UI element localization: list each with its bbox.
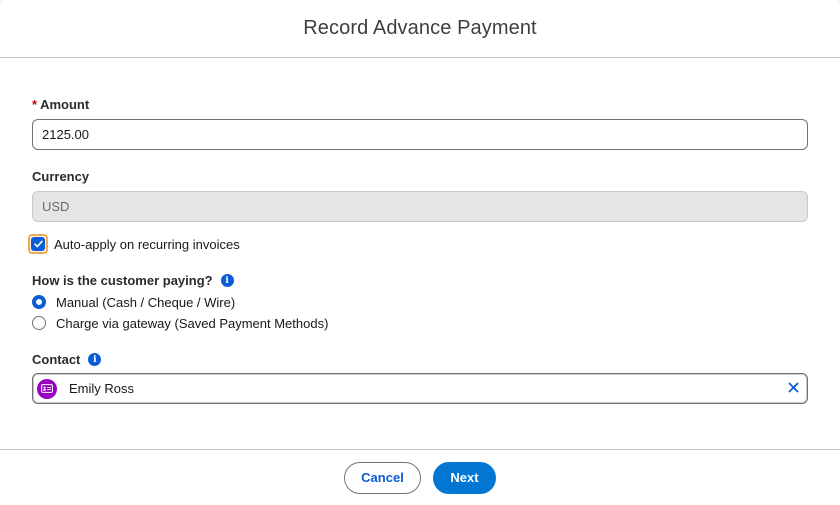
amount-label: * Amount (32, 97, 89, 112)
modal-header: Record Advance Payment (0, 0, 840, 58)
auto-apply-checkbox[interactable] (31, 237, 45, 251)
radio-gateway-label: Charge via gateway (Saved Payment Method… (56, 315, 329, 331)
radio-manual-button[interactable] (32, 295, 46, 309)
checkmark-icon (33, 240, 43, 248)
amount-input-value: 2125.00 (42, 127, 89, 142)
payment-method-label-text: How is the customer paying? (32, 273, 213, 288)
contact-label-text: Contact (32, 352, 81, 367)
required-marker: * (32, 97, 38, 112)
amount-label-text: Amount (40, 97, 90, 112)
currency-label: Currency (32, 169, 89, 184)
contact-lookup-value: Emily Ross (69, 381, 135, 396)
contact-card-icon (37, 378, 57, 399)
contact-lookup[interactable]: Emily Ross (32, 373, 808, 404)
currency-input-value: USD (42, 199, 70, 214)
clear-selection-icon[interactable] (788, 380, 799, 397)
payment-method-label: How is the customer paying? i (32, 273, 234, 288)
auto-apply-checkbox-row[interactable]: Auto-apply on recurring invoices (28, 234, 240, 254)
auto-apply-label: Auto-apply on recurring invoices (54, 236, 240, 252)
radio-manual[interactable]: Manual (Cash / Cheque / Wire) (32, 292, 235, 312)
radio-gateway-button[interactable] (32, 316, 46, 330)
auto-apply-checkbox-focus[interactable] (28, 234, 48, 254)
amount-input[interactable]: 2125.00 (32, 119, 808, 150)
cancel-button[interactable]: Cancel (344, 461, 421, 494)
info-icon[interactable]: i (220, 274, 234, 287)
currency-label-text: Currency (32, 169, 90, 184)
modal-footer: Cancel Next (0, 449, 840, 505)
contact-label: Contact i (32, 352, 102, 367)
radio-gateway[interactable]: Charge via gateway (Saved Payment Method… (32, 313, 328, 333)
next-button[interactable]: Next (433, 461, 496, 494)
modal-title: Record Advance Payment (303, 17, 537, 39)
currency-input: USD (32, 191, 808, 222)
radio-manual-label: Manual (Cash / Cheque / Wire) (56, 294, 236, 310)
record-advance-payment-modal: Record Advance Payment * Amount 2125.00 … (0, 0, 840, 505)
info-icon[interactable]: i (88, 353, 102, 366)
